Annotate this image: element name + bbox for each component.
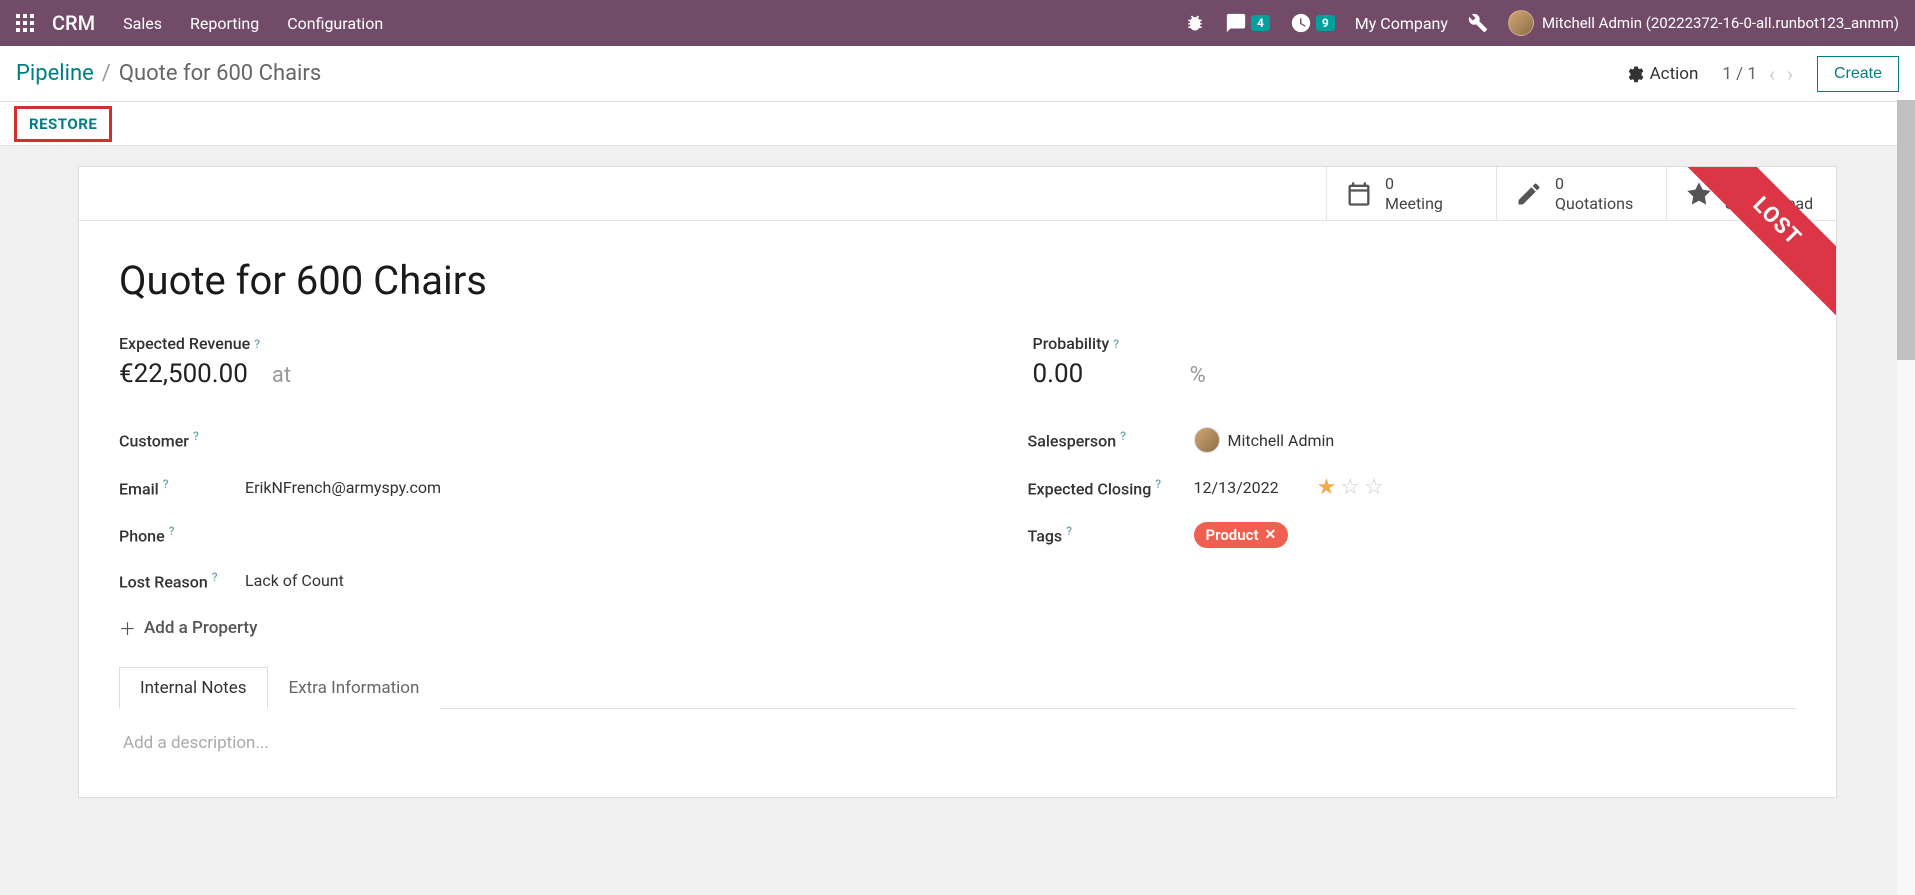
brand[interactable]: CRM	[52, 11, 95, 35]
nav-reporting[interactable]: Reporting	[190, 14, 259, 33]
help-icon[interactable]: ?	[212, 570, 218, 584]
breadcrumb: Pipeline / Quote for 600 Chairs	[16, 61, 321, 86]
action-label: Action	[1650, 64, 1699, 84]
action-button[interactable]: Action	[1626, 64, 1699, 84]
tag-product: Product ✕	[1194, 522, 1289, 548]
probability-value[interactable]: 0.00	[1033, 359, 1084, 389]
avatar	[1508, 10, 1534, 36]
salesperson-value[interactable]: Mitchell Admin	[1194, 427, 1335, 453]
pager: 1 / 1 ‹ ›	[1722, 62, 1793, 86]
topbar: CRM Sales Reporting Configuration 4 9 My…	[0, 0, 1915, 46]
company-switcher[interactable]: My Company	[1355, 14, 1448, 33]
restore-button[interactable]: RESTORE	[14, 106, 112, 142]
expected-closing-label: Expected Closing ?	[1028, 477, 1178, 498]
activity-icon[interactable]: 9	[1290, 12, 1335, 34]
priority-stars: ★ ☆ ☆	[1317, 475, 1384, 500]
help-icon[interactable]: ?	[1120, 429, 1126, 443]
user-label: Mitchell Admin (20222372-16-0-all.runbot…	[1542, 14, 1899, 32]
rev-at: at	[272, 363, 291, 388]
tabs: Internal Notes Extra Information	[119, 666, 1796, 709]
salesperson-label: Salesperson ?	[1028, 429, 1178, 450]
help-icon[interactable]: ?	[1155, 477, 1161, 491]
expected-revenue-label: Expected Revenue ?	[119, 334, 883, 353]
plus-icon: ＋	[119, 615, 136, 640]
calendar-icon	[1345, 180, 1373, 208]
lost-reason-label: Lost Reason ?	[119, 570, 229, 591]
breadcrumb-bar: Pipeline / Quote for 600 Chairs Action 1…	[0, 46, 1915, 102]
expected-revenue-value[interactable]: €22,500.00	[119, 359, 248, 389]
breadcrumb-root[interactable]: Pipeline	[16, 61, 94, 86]
description-placeholder[interactable]: Add a description...	[123, 733, 1792, 753]
tab-internal-notes[interactable]: Internal Notes	[119, 667, 268, 709]
nav-configuration[interactable]: Configuration	[287, 14, 383, 33]
gear-icon	[1626, 65, 1644, 83]
scrollbar[interactable]	[1897, 100, 1915, 895]
add-property-button[interactable]: ＋ Add a Property	[119, 615, 1796, 640]
star-2[interactable]: ☆	[1340, 475, 1360, 500]
pager-next[interactable]: ›	[1787, 62, 1793, 86]
help-icon[interactable]: ?	[163, 477, 169, 491]
edit-icon	[1515, 180, 1543, 208]
stat-quotations[interactable]: 0 Quotations	[1496, 167, 1666, 220]
tab-content: Add a description...	[119, 709, 1796, 777]
expected-closing-value[interactable]: 12/13/2022 ★ ☆ ☆	[1194, 475, 1384, 500]
user-menu[interactable]: Mitchell Admin (20222372-16-0-all.runbot…	[1508, 10, 1899, 36]
stat-quotations-count: 0	[1555, 174, 1633, 193]
probability-label: Probability ?	[1033, 334, 1797, 353]
email-label: Email ?	[119, 477, 229, 498]
breadcrumb-current: Quote for 600 Chairs	[119, 61, 321, 86]
help-icon[interactable]: ?	[193, 429, 199, 443]
stat-meeting-label: Meeting	[1385, 194, 1443, 213]
pager-prev[interactable]: ‹	[1769, 62, 1775, 86]
scrollbar-thumb[interactable]	[1897, 100, 1915, 360]
stat-quotations-label: Quotations	[1555, 194, 1633, 213]
pager-value: 1 / 1	[1722, 64, 1757, 84]
form-sheet: LOST 0 Meeting 0 Quotations 1	[78, 166, 1837, 798]
lost-reason-value[interactable]: Lack of Count	[245, 571, 344, 590]
tag-remove-icon[interactable]: ✕	[1264, 527, 1276, 543]
stat-meeting-count: 0	[1385, 174, 1443, 193]
nav-sales[interactable]: Sales	[123, 14, 162, 33]
star-3[interactable]: ☆	[1364, 475, 1384, 500]
tools-icon[interactable]	[1468, 13, 1488, 33]
messages-count: 4	[1251, 15, 1270, 31]
email-value[interactable]: ErikNFrench@armyspy.com	[245, 478, 441, 497]
activity-count: 9	[1316, 15, 1335, 31]
customer-label: Customer ?	[119, 429, 229, 450]
star-1[interactable]: ★	[1317, 475, 1337, 500]
messages-icon[interactable]: 4	[1225, 12, 1270, 34]
phone-label: Phone ?	[119, 524, 229, 545]
help-icon[interactable]: ?	[1113, 337, 1119, 351]
tab-extra-information[interactable]: Extra Information	[268, 667, 441, 709]
apps-icon[interactable]	[16, 14, 34, 32]
restore-bar: RESTORE	[0, 102, 1915, 146]
avatar	[1194, 427, 1220, 453]
bug-icon[interactable]	[1185, 13, 1205, 33]
breadcrumb-sep: /	[102, 61, 111, 86]
help-icon[interactable]: ?	[1066, 524, 1072, 538]
stat-meeting[interactable]: 0 Meeting	[1326, 167, 1496, 220]
tags-value[interactable]: Product ✕	[1194, 522, 1289, 548]
probability-pct: %	[1190, 363, 1206, 388]
tags-label: Tags ?	[1028, 524, 1178, 545]
create-button[interactable]: Create	[1817, 56, 1899, 92]
help-icon[interactable]: ?	[169, 524, 175, 538]
stat-bar: 0 Meeting 0 Quotations 1 Similar Lead	[79, 167, 1836, 221]
help-icon[interactable]: ?	[254, 337, 260, 351]
record-title[interactable]: Quote for 600 Chairs	[119, 257, 1796, 304]
